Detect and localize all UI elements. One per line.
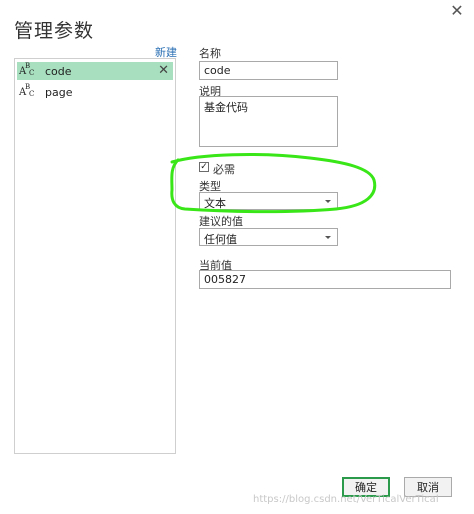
green-annotation-marker [170, 153, 377, 214]
watermark-text: https://blog.csdn.net/VerTicalVerTical [253, 494, 439, 505]
